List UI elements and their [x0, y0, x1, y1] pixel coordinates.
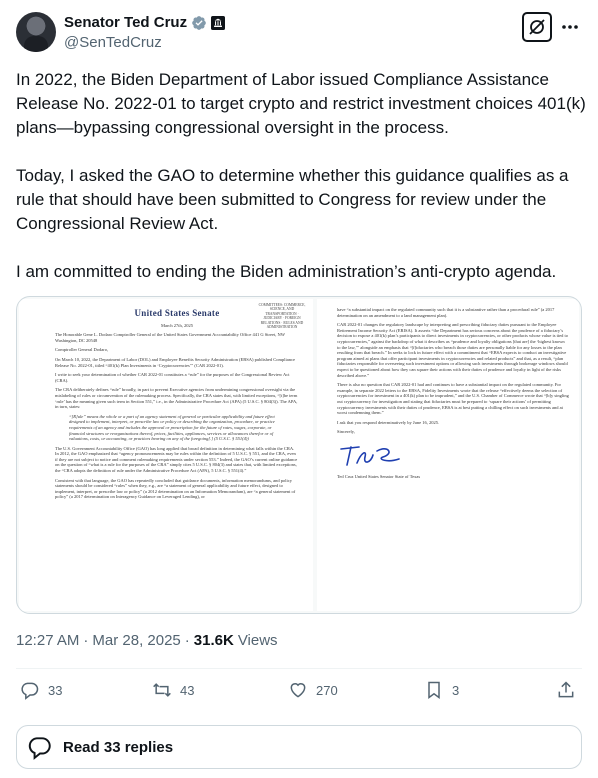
repost-count: 43 — [180, 682, 195, 698]
like-count: 270 — [316, 682, 338, 698]
tweet-time[interactable]: 12:27 AM — [16, 632, 79, 649]
more-horizontal-icon — [562, 25, 578, 29]
letter-paragraph: Consistent with that language, the GAO h… — [55, 477, 296, 500]
avatar[interactable] — [16, 12, 56, 52]
read-replies-label: Read 33 replies — [63, 738, 174, 756]
letter-paragraph: There is also no question that CAR 2022-… — [337, 382, 569, 416]
share-button[interactable] — [556, 680, 576, 700]
grok-button[interactable] — [522, 12, 552, 42]
tweet-paragraph-3: I am committed to ending the Biden admin… — [16, 262, 557, 281]
tweet-text: In 2022, the Biden Department of Labor i… — [16, 68, 586, 308]
like-button[interactable]: 270 — [288, 680, 338, 700]
bookmark-icon — [428, 681, 440, 699]
share-icon — [558, 681, 574, 698]
meta-separator: · — [184, 632, 190, 649]
letter-salutation: Comptroller General Dodaro, — [55, 347, 109, 353]
letter-paragraph: On March 10, 2022, the Department of Lab… — [55, 356, 295, 368]
heart-icon — [290, 683, 306, 698]
letter-image[interactable]: COMMITTEES: COMMERCE, SCIENCE, AND TRANS… — [16, 296, 582, 614]
grok-icon — [529, 19, 545, 35]
letter-page-2: have “a substantial impact on the regula… — [317, 299, 579, 611]
repost-icon — [153, 683, 171, 697]
reply-icon — [28, 737, 51, 760]
letter-paragraph: The U.S. Government Accountability Offic… — [55, 445, 298, 474]
letter-quote: “[R]ule” means the whole or a part of an… — [69, 413, 275, 442]
reply-icon — [21, 682, 39, 700]
views-label: Views — [237, 632, 278, 649]
divider — [16, 668, 582, 669]
letter-address: The Honorable Gene L. Dodaro Comptroller… — [55, 332, 285, 343]
bookmark-button[interactable]: 3 — [424, 680, 459, 700]
author-name-row: Senator Ted Cruz — [64, 14, 226, 31]
tweet-paragraph-1: In 2022, the Biden Department of Labor i… — [16, 70, 586, 137]
tweet-paragraph-2: Today, I asked the GAO to determine whet… — [16, 166, 569, 233]
bookmark-count: 3 — [452, 682, 460, 698]
reply-count: 33 — [48, 682, 63, 698]
letter-closing: Sincerely, — [337, 429, 355, 435]
letter-paragraph: CAR 2022-01 changes the regulatory lands… — [337, 322, 568, 378]
signature-image — [340, 446, 400, 466]
reply-button[interactable]: 33 — [20, 680, 62, 700]
action-bar: 33 43 270 3 — [16, 680, 582, 708]
tweet-date[interactable]: Mar 28, 2025 — [92, 632, 180, 649]
tweet-meta: 12:27 AM · Mar 28, 2025 · 31.6K Views — [16, 632, 278, 649]
views-count: 31.6K — [193, 632, 234, 649]
letter-paragraph: The CRA deliberately defines “rule” broa… — [55, 387, 298, 410]
letter-paragraph: I write to seek your determination of wh… — [55, 372, 290, 383]
read-replies-button[interactable]: Read 33 replies — [16, 725, 582, 769]
letter-paragraph: I ask that you respond determinatively b… — [337, 419, 440, 425]
verified-badge-icon[interactable] — [191, 15, 207, 31]
author-display-name[interactable]: Senator Ted Cruz — [64, 14, 187, 31]
tweet-header: Senator Ted Cruz @SenTedCruz — [16, 12, 582, 54]
letter-signer: Ted Cruz United States Senator State of … — [337, 474, 421, 480]
letter-paragraph: have “a substantial impact on the regula… — [337, 307, 555, 318]
meta-separator: · — [83, 632, 89, 649]
repost-button[interactable]: 43 — [152, 680, 194, 700]
letter-committees: COMMITTEES: COMMERCE, SCIENCE, AND TRANS… — [258, 303, 306, 330]
more-options-button[interactable] — [558, 16, 582, 38]
letter-page-1: COMMITTEES: COMMERCE, SCIENCE, AND TRANS… — [19, 299, 313, 611]
author-handle[interactable]: @SenTedCruz — [64, 34, 162, 51]
government-building-icon[interactable] — [211, 15, 226, 30]
